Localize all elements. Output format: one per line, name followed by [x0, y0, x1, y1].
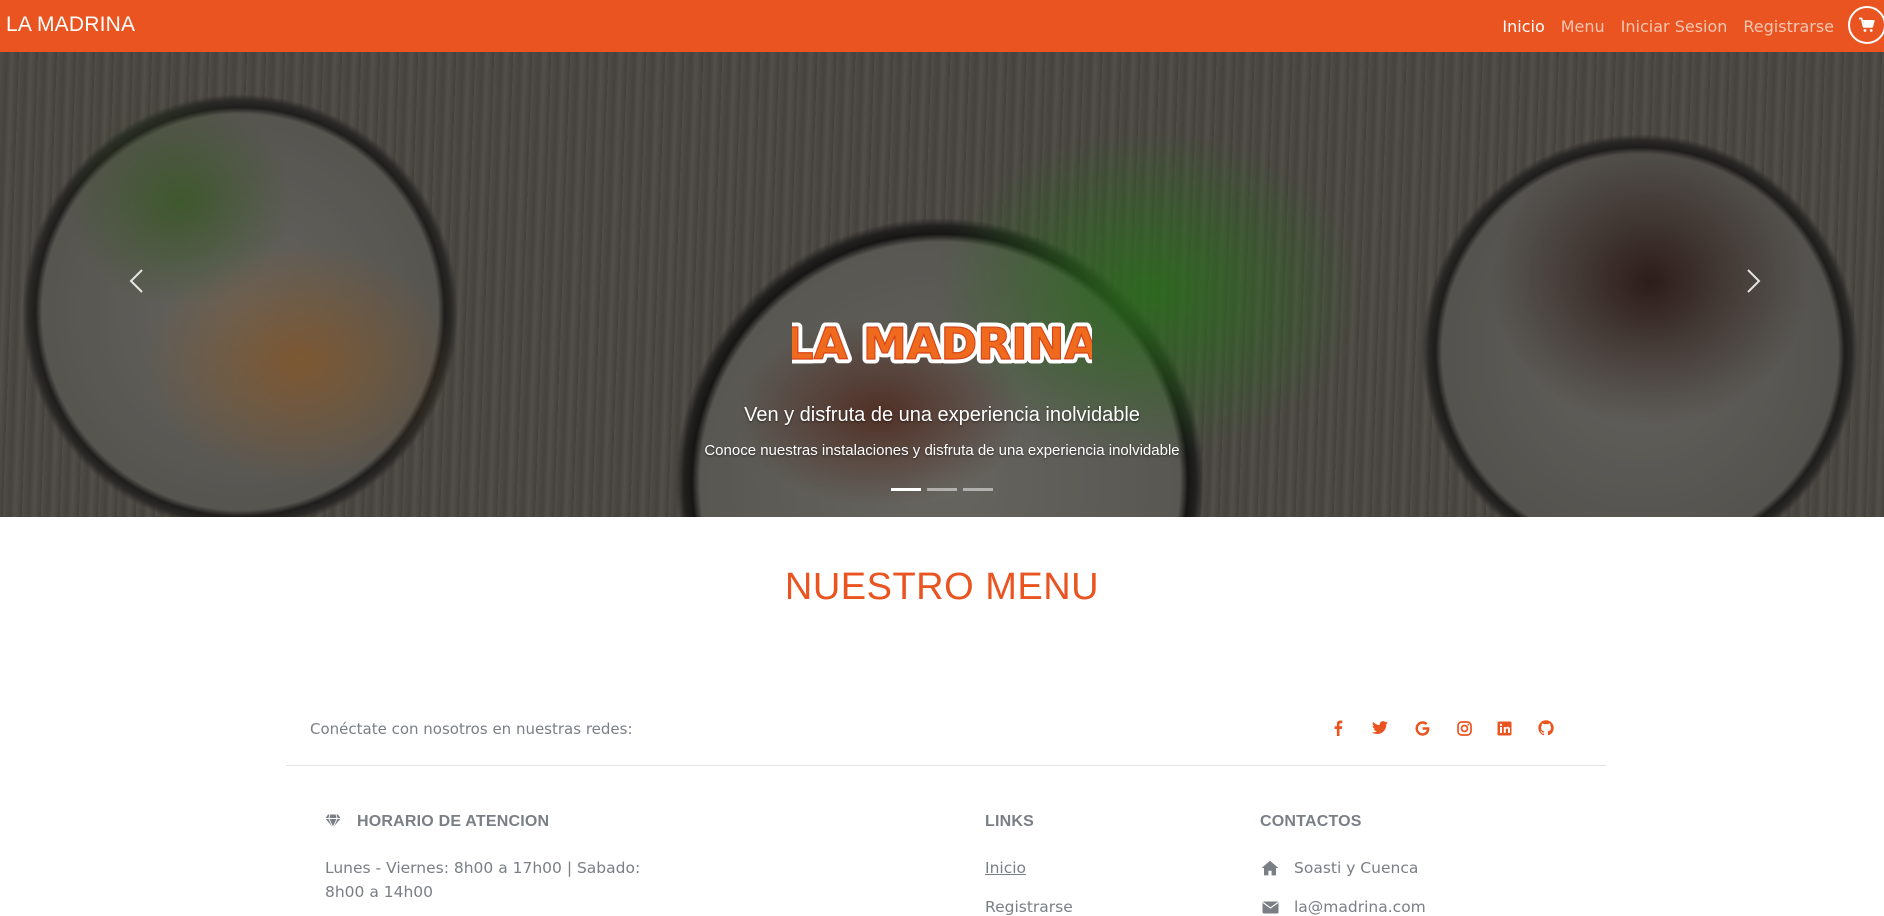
nav-item-registrarse[interactable]: Registrarse [1735, 17, 1842, 36]
contact-address: Soasti y Cuenca [1260, 859, 1418, 877]
contact-address-text: Soasti y Cuenca [1294, 859, 1419, 877]
twitter-icon[interactable] [1368, 716, 1392, 740]
footer-social-bar: Conéctate con nosotros en nuestras redes… [286, 700, 1606, 766]
instagram-icon[interactable] [1452, 716, 1476, 740]
contactos-heading: CONTACTOS [1260, 813, 1362, 830]
facebook-icon[interactable] [1326, 716, 1350, 740]
gem-icon [325, 814, 341, 828]
google-icon[interactable] [1410, 716, 1434, 740]
nav-item-menu[interactable]: Menu [1553, 17, 1613, 36]
footer-link-inicio[interactable]: Inicio [985, 859, 1026, 877]
menu-section-title: NUESTRO MENU [784, 566, 1100, 608]
contact-email-text: la@madrina.com [1294, 898, 1426, 916]
footer-link-registrarse[interactable]: Registrarse [985, 898, 1073, 916]
hero-carousel: LA MADRINA LA MADRINA Ven y disfruta de … [0, 52, 1884, 517]
nav-links: Inicio Menu Iniciar Sesion Registrarse [1494, 0, 1842, 52]
carousel-indicator-2[interactable] [927, 488, 957, 491]
horario-line-2: 8h00 a 14h00 [325, 883, 434, 901]
chevron-right-icon [1747, 269, 1761, 293]
linkedin-icon[interactable] [1492, 716, 1516, 740]
links-heading: LINKS [985, 813, 1034, 830]
carousel-caption-text: Conoce nuestras instalaciones y disfruta… [704, 442, 1180, 459]
svg-text:LA MADRINA: LA MADRINA [792, 319, 1092, 370]
horario-line-1: Lunes - Viernes: 8h00 a 17h00 | Sabado: [325, 859, 641, 877]
horario-heading: HORARIO DE ATENCION [325, 813, 550, 831]
social-text: Conéctate con nosotros en nuestras redes… [310, 720, 633, 738]
envelope-icon [1262, 901, 1278, 913]
navbar: LA MADRINA Inicio Menu Iniciar Sesion Re… [0, 0, 1884, 52]
contact-email: la@madrina.com [1260, 898, 1426, 916]
navbar-brand[interactable]: LA MADRINA [6, 13, 135, 37]
hero-logo: LA MADRINA LA MADRINA [0, 312, 1884, 380]
github-icon[interactable] [1534, 716, 1558, 740]
carousel-next-button[interactable] [1736, 264, 1770, 298]
horario-title: HORARIO DE ATENCION [357, 813, 550, 830]
carousel-prev-button[interactable] [120, 264, 154, 298]
carousel-indicator-1[interactable] [891, 488, 921, 491]
carousel-caption-title: Ven y disfruta de una experiencia inolvi… [744, 404, 1140, 426]
home-icon [1261, 860, 1279, 876]
shopping-cart-icon [1859, 17, 1875, 32]
chevron-left-icon [129, 269, 143, 293]
carousel-indicators [0, 488, 1884, 491]
nav-item-inicio[interactable]: Inicio [1494, 17, 1552, 36]
carousel-indicator-3[interactable] [963, 488, 993, 491]
nav-item-iniciar-sesion[interactable]: Iniciar Sesion [1613, 17, 1736, 36]
cart-button[interactable] [1848, 6, 1884, 44]
